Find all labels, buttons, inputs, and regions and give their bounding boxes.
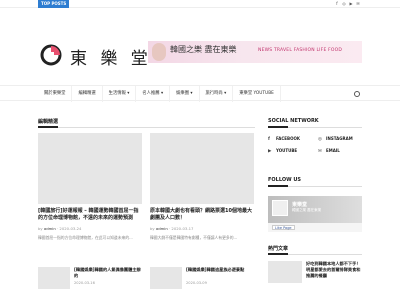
small-post-image[interactable] — [150, 267, 182, 289]
facebook-icon[interactable]: f — [335, 1, 339, 6]
follow-accent — [268, 185, 288, 187]
card-title[interactable]: [韓國旅行]好運報報 – 韓國運勢韓國首屈一指的方位命理博物館，不遠的未來的運勢… — [38, 208, 142, 222]
mail-icon[interactable]: ✉ — [356, 1, 360, 6]
social-link-facebook[interactable]: f FACEBOOK — [268, 135, 300, 143]
top-bar: TOP POSTS f ◎ ▶ ✉ — [0, 0, 400, 8]
youtube-icon: ▶ — [268, 149, 272, 154]
social-label: FACEBOOK — [276, 136, 300, 141]
banner-photo — [152, 43, 166, 61]
card-author[interactable]: admin — [44, 226, 56, 231]
main-nav: 關於東樂堂 編輯精選 生活情報 ▾ 名人推薦 ▾ 娛樂圈 ▾ 旅行時尚 ▾ 東樂… — [0, 85, 400, 102]
facebook-icon: f — [268, 137, 270, 142]
logo-icon[interactable] — [40, 44, 62, 66]
popular-title: 熱門文章 — [268, 246, 289, 252]
popular-post-title[interactable]: 好吃到韓國本地人都不下手！明星都愛去的首爾排隊美食和推薦的餐廳 — [306, 261, 362, 279]
social-link-instagram[interactable]: ◎ INSTAGRAM — [318, 135, 353, 143]
small-post-image[interactable] — [38, 267, 70, 289]
logo-text[interactable]: 東 樂 堂 — [70, 44, 152, 69]
card-date: 2020-03-24 — [59, 226, 82, 231]
card-title[interactable]: 原本韓國大劇也有看頭？網路票選10個地最大劇團及人口數！ — [150, 208, 254, 222]
facebook-page-name[interactable]: 東樂堂 — [292, 201, 307, 208]
small-post-date: 2020-03-09 — [186, 281, 207, 285]
social-accent — [268, 126, 288, 128]
card-excerpt: 韓國大劇不僅是韓國特有劇種，不僅讓人有更多的... — [150, 235, 238, 240]
social-network-title: SOCIAL NETWORK — [268, 118, 319, 124]
banner-subtitle: NEWS TRAVEL FASHION LIFE FOOD — [258, 48, 343, 53]
instagram-icon: ◎ — [318, 137, 322, 142]
instagram-icon[interactable]: ◎ — [342, 1, 346, 6]
facebook-page-tagline: 韓國之樂 盡在東樂 — [292, 208, 322, 212]
like-page-button[interactable]: Like Page — [272, 225, 295, 230]
nav-item-celebrity[interactable]: 名人推薦 ▾ — [136, 86, 171, 102]
nav-item-youtube[interactable]: 東樂堂 YOUTUBE — [233, 86, 281, 102]
small-post-date: 2020-03-16 — [74, 281, 95, 285]
top-posts-tag[interactable]: TOP POSTS — [38, 0, 70, 8]
popular-accent — [268, 253, 288, 255]
nav-item-editor-picks[interactable]: 編輯精選 — [72, 86, 103, 102]
section-divider — [38, 127, 255, 128]
search-icon[interactable] — [354, 91, 360, 97]
card-image[interactable] — [38, 133, 142, 204]
header-banner[interactable]: 韓國之樂 盡在東樂 NEWS TRAVEL FASHION LIFE FOOD — [148, 41, 362, 63]
social-label: EMAIL — [326, 148, 340, 153]
nav-item-travel-fashion[interactable]: 旅行時尚 ▾ — [200, 86, 234, 102]
card-date: 2020-03-17 — [171, 226, 194, 231]
social-label: INSTAGRAM — [326, 136, 353, 141]
social-label: YOUTUBE — [276, 148, 298, 153]
section-title: 編輯精選 — [38, 119, 59, 125]
small-post-title[interactable]: [韓國娛樂]韓國追星族必遊景點 — [186, 267, 254, 273]
top-social-icons: f ◎ ▶ ✉ — [335, 1, 360, 6]
nav-item-entertainment[interactable]: 娛樂圈 ▾ — [170, 86, 200, 102]
follow-us-title: FOLLOW US — [268, 177, 302, 183]
banner-title: 韓國之樂 盡在東樂 — [170, 45, 237, 54]
facebook-avatar — [272, 200, 288, 216]
card-excerpt: 韓國首屈一指的方位命理博物館，在此可以知道未來的... — [38, 235, 133, 240]
card-meta: by admin · 2020-03-17 — [150, 226, 194, 231]
youtube-icon[interactable]: ▶ — [349, 1, 353, 6]
popular-post-image[interactable] — [268, 261, 302, 283]
section-accent — [38, 126, 58, 128]
nav-item-about[interactable]: 關於東樂堂 — [38, 86, 73, 102]
card-author[interactable]: admin — [156, 226, 168, 231]
nav-item-life-info[interactable]: 生活情報 ▾ — [103, 86, 137, 102]
card-meta: by admin · 2020-03-24 — [38, 226, 82, 231]
mail-icon: ✉ — [318, 149, 322, 154]
small-post-title[interactable]: [韓國娛樂]韓國的人氣偶像團體主辦的 — [74, 267, 142, 279]
card-image[interactable] — [150, 133, 254, 204]
social-link-email[interactable]: ✉ EMAIL — [318, 147, 340, 155]
social-link-youtube[interactable]: ▶ YOUTUBE — [268, 147, 297, 155]
site-header: 東 樂 堂 韓國之樂 盡在東樂 NEWS TRAVEL FASHION LIFE… — [0, 8, 400, 85]
facebook-page-widget[interactable]: 東樂堂 韓國之樂 盡在東樂 Like Page — [268, 196, 362, 232]
